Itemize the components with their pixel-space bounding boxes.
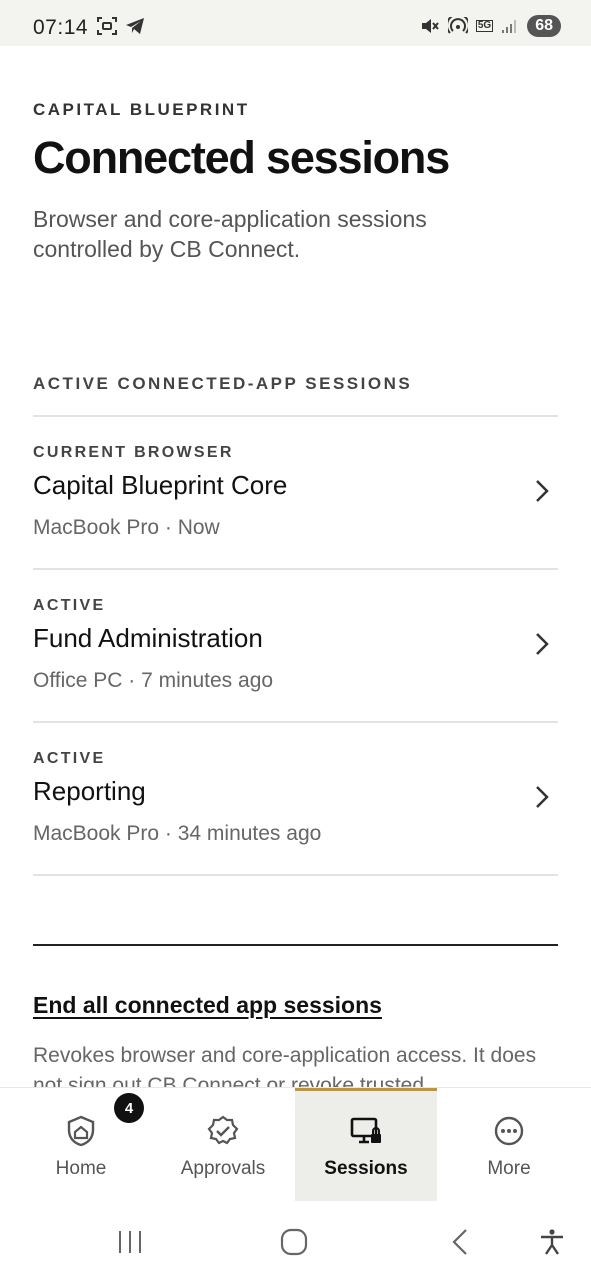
session-row[interactable]: ACTIVE Fund Administration Office PC · 7… bbox=[33, 597, 558, 747]
mute-icon bbox=[421, 19, 439, 33]
status-bar: 07:14 5G 68 bbox=[0, 0, 591, 46]
hotspot-icon bbox=[447, 17, 468, 34]
session-status: ACTIVE bbox=[33, 597, 106, 614]
session-meta: Office PC · 7 minutes ago bbox=[33, 669, 274, 692]
battery-indicator: 68 bbox=[527, 15, 561, 37]
page-title: Connected sessions bbox=[33, 132, 450, 183]
nav-more[interactable]: More bbox=[438, 1088, 580, 1201]
nav-home-label: Home bbox=[55, 1158, 107, 1179]
divider bbox=[33, 721, 558, 723]
end-all-sessions-link[interactable]: End all connected app sessions bbox=[33, 992, 382, 1019]
telegram-icon bbox=[126, 18, 144, 34]
home-button-icon[interactable] bbox=[280, 1228, 308, 1256]
monitor-lock-icon bbox=[350, 1117, 381, 1144]
chevron-right-icon bbox=[536, 480, 549, 502]
nav-more-label: More bbox=[487, 1158, 531, 1179]
nav-home[interactable]: 4 Home bbox=[10, 1088, 152, 1201]
session-status: CURRENT BROWSER bbox=[33, 444, 234, 461]
divider bbox=[33, 568, 558, 570]
notification-badge: 4 bbox=[114, 1093, 144, 1123]
page-subtitle: Browser and core-application sessions co… bbox=[33, 206, 427, 262]
status-left-icons bbox=[96, 16, 146, 36]
section-divider bbox=[33, 944, 558, 946]
chevron-right-icon bbox=[536, 633, 549, 655]
nav-sessions[interactable]: Sessions bbox=[295, 1088, 437, 1201]
session-row[interactable]: ACTIVE Reporting MacBook Pro · 34 minute… bbox=[33, 750, 558, 900]
brand-label: CAPITAL BLUEPRINT bbox=[33, 100, 250, 119]
session-name: Capital Blueprint Core bbox=[33, 470, 288, 500]
back-icon[interactable] bbox=[448, 1228, 472, 1256]
nav-approvals[interactable]: Approvals bbox=[152, 1088, 294, 1201]
status-right-icons: 5G 68 bbox=[420, 15, 561, 37]
verified-badge-icon bbox=[207, 1115, 239, 1145]
home-shield-icon bbox=[67, 1115, 95, 1147]
nav-approvals-label: Approvals bbox=[180, 1158, 266, 1179]
system-nav-bar bbox=[0, 1202, 591, 1280]
session-meta: MacBook Pro · Now bbox=[33, 516, 220, 539]
session-status: ACTIVE bbox=[33, 750, 106, 767]
end-all-description: Revokes browser and core-application acc… bbox=[33, 1044, 537, 1087]
divider bbox=[33, 874, 558, 876]
accessibility-icon[interactable] bbox=[538, 1228, 566, 1256]
status-time: 07:14 bbox=[33, 16, 89, 39]
chevron-right-icon bbox=[536, 786, 549, 808]
session-name: Reporting bbox=[33, 776, 146, 806]
nav-sessions-label: Sessions bbox=[324, 1158, 408, 1179]
recent-apps-icon[interactable] bbox=[116, 1228, 144, 1256]
session-name: Fund Administration bbox=[33, 623, 263, 653]
bottom-nav: 4 Home Approvals Sessions More bbox=[0, 1087, 591, 1202]
network-5g-icon: 5G bbox=[475, 20, 494, 32]
divider bbox=[33, 415, 558, 417]
session-meta: MacBook Pro · 34 minutes ago bbox=[33, 822, 322, 845]
more-icon bbox=[494, 1116, 524, 1146]
screenshot-icon bbox=[97, 17, 117, 35]
session-row[interactable]: CURRENT BROWSER Capital Blueprint Core M… bbox=[33, 444, 558, 594]
section-title: ACTIVE CONNECTED-APP SESSIONS bbox=[33, 374, 413, 393]
signal-icon bbox=[502, 20, 517, 33]
